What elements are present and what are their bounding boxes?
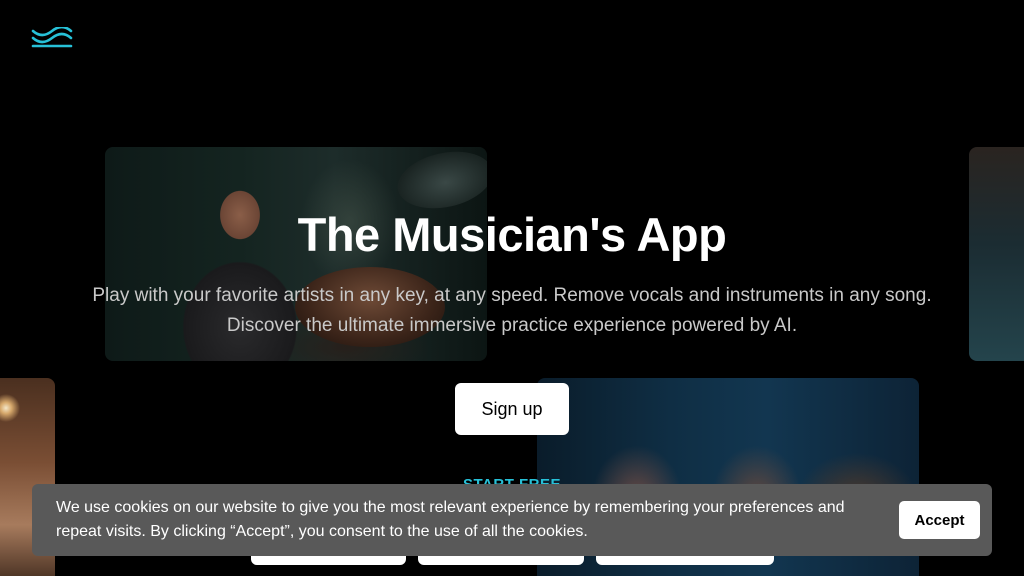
cookie-text: We use cookies on our website to give yo… (56, 499, 845, 540)
signup-button[interactable]: Sign up (455, 383, 569, 435)
cookie-banner: We use cookies on our website to give yo… (32, 484, 992, 556)
wave-logo-icon[interactable] (31, 27, 73, 53)
accept-cookies-button[interactable]: Accept (899, 501, 980, 539)
page: The Musician's App Play with your favori… (0, 0, 1024, 576)
hero-subtitle-line1: Play with your favorite artists in any k… (92, 285, 932, 306)
hero-subtitle: Play with your favorite artists in any k… (0, 281, 1024, 341)
hero-subtitle-line2: Discover the ultimate immersive practice… (226, 315, 798, 336)
hero-title: The Musician's App (297, 208, 727, 261)
hero-section: The Musician's App Play with your favori… (0, 205, 1024, 341)
